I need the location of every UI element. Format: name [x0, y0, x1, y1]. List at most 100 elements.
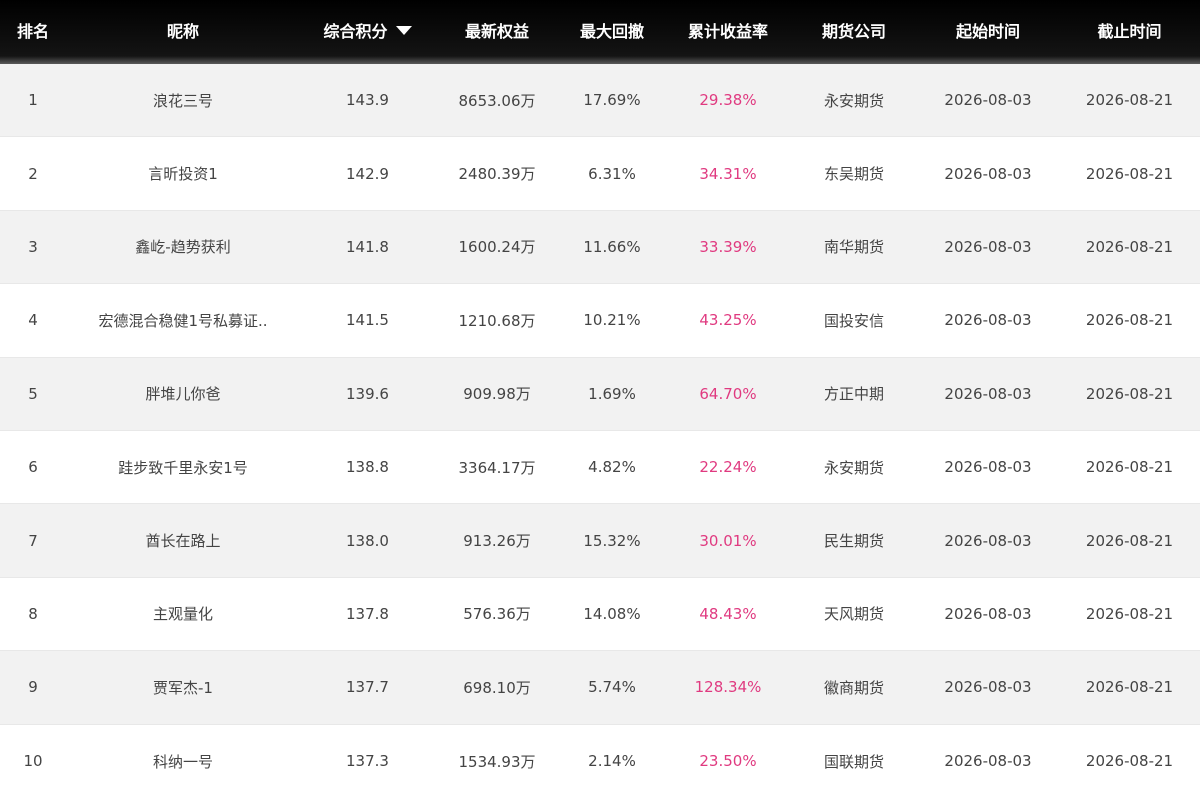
equity-cell: 909.98万 — [463, 385, 531, 404]
table-row[interactable]: 3 鑫屹-趋势获利 141.8 1600.24万 11.66% 33.39% 南… — [0, 210, 1200, 285]
score-cell: 138.0 — [346, 531, 389, 550]
table-row[interactable]: 9 贾军杰-1 137.7 698.10万 5.74% 128.34% 徽商期货… — [0, 651, 1200, 725]
table-row[interactable]: 2 言昕投资1 142.9 2480.39万 6.31% 34.31% 东吴期货… — [0, 137, 1200, 211]
header-name: 昵称 — [166, 22, 199, 41]
return-cell: 23.50% — [699, 752, 757, 771]
equity-cell: 2480.39万 — [458, 165, 536, 184]
return-cell: 64.70% — [699, 384, 757, 403]
name-cell[interactable]: 科纳一号 — [66, 751, 300, 772]
drawdown-cell: 10.21% — [583, 311, 641, 330]
name-cell[interactable]: 贾军杰-1 — [66, 677, 300, 698]
table-header: 排名 昵称 综合积分 最新权益 最大回撤 累计收益率 期货公司 起始时间 截止时… — [0, 0, 1200, 64]
rank-cell: 7 — [28, 531, 38, 550]
header-broker: 期货公司 — [821, 22, 886, 41]
header-drawdown: 最大回撤 — [579, 22, 644, 41]
broker-cell: 永安期货 — [823, 458, 884, 477]
score-cell: 137.7 — [346, 678, 389, 697]
table-row[interactable]: 7 酋长在路上 138.0 913.26万 15.32% 30.01% 民生期货… — [0, 504, 1200, 578]
equity-cell: 698.10万 — [463, 678, 531, 697]
header-end-time: 截止时间 — [1097, 22, 1162, 41]
rank-cell: 2 — [28, 164, 38, 183]
broker-cell: 国联期货 — [823, 752, 884, 771]
table-row[interactable]: 1 浪花三号 143.9 8653.06万 17.69% 29.38% 永安期货… — [0, 64, 1200, 138]
header-return: 累计收益率 — [687, 22, 768, 41]
equity-cell: 1210.68万 — [458, 311, 536, 330]
drawdown-cell: 17.69% — [583, 91, 641, 110]
header-start-time: 起始时间 — [955, 22, 1020, 41]
rank-cell: 3 — [28, 237, 38, 256]
broker-cell: 东吴期货 — [823, 165, 884, 184]
score-cell: 138.8 — [346, 458, 389, 477]
sort-descending-icon[interactable] — [395, 26, 412, 35]
end-time-cell: 2026-08-21 — [1085, 164, 1174, 183]
broker-cell: 民生期货 — [823, 532, 884, 551]
equity-cell: 1600.24万 — [458, 238, 536, 257]
rank-cell: 8 — [28, 604, 38, 623]
header-equity: 最新权益 — [464, 22, 529, 41]
name-cell[interactable]: 鑫屹-趋势获利 — [66, 236, 300, 257]
end-time-cell: 2026-08-21 — [1085, 752, 1174, 771]
end-time-cell: 2026-08-21 — [1085, 531, 1174, 550]
rank-cell: 6 — [28, 458, 38, 477]
name-cell[interactable]: 浪花三号 — [66, 90, 300, 111]
name-cell[interactable]: 言昕投资1 — [66, 163, 300, 184]
table-row[interactable]: 10 科纳一号 137.3 1534.93万 2.14% 23.50% 国联期货… — [0, 724, 1200, 796]
name-cell[interactable]: 跬步致千里永安1号 — [66, 457, 300, 478]
name-cell[interactable]: 酋长在路上 — [66, 530, 300, 551]
drawdown-cell: 4.82% — [588, 458, 636, 477]
equity-cell: 8653.06万 — [458, 91, 536, 110]
return-cell: 29.38% — [699, 91, 757, 110]
score-cell: 139.6 — [346, 384, 389, 403]
score-cell: 141.8 — [346, 237, 389, 256]
start-time-cell: 2026-08-03 — [944, 678, 1032, 697]
start-time-cell: 2026-08-03 — [944, 752, 1032, 771]
table-body: 1 浪花三号 143.9 8653.06万 17.69% 29.38% 永安期货… — [0, 64, 1200, 796]
end-time-cell: 2026-08-21 — [1085, 458, 1174, 477]
start-time-cell: 2026-08-03 — [944, 531, 1032, 550]
drawdown-cell: 11.66% — [583, 237, 641, 256]
drawdown-cell: 6.31% — [588, 164, 636, 183]
table-row[interactable]: 5 胖堆儿你爸 139.6 909.98万 1.69% 64.70% 方正中期 … — [0, 357, 1200, 431]
broker-cell: 永安期货 — [823, 91, 884, 110]
table-row[interactable]: 8 主观量化 137.8 576.36万 14.08% 48.43% 天风期货 … — [0, 577, 1200, 652]
end-time-cell: 2026-08-21 — [1085, 384, 1174, 403]
start-time-cell: 2026-08-03 — [944, 164, 1032, 183]
table-row[interactable]: 6 跬步致千里永安1号 138.8 3364.17万 4.82% 22.24% … — [0, 430, 1200, 505]
return-cell: 128.34% — [694, 678, 762, 697]
start-time-cell: 2026-08-03 — [944, 311, 1032, 330]
return-cell: 43.25% — [699, 311, 757, 330]
header-score-label: 综合积分 — [323, 22, 388, 41]
return-cell: 34.31% — [699, 164, 757, 183]
start-time-cell: 2026-08-03 — [944, 237, 1032, 256]
score-cell: 137.8 — [346, 604, 389, 623]
start-time-cell: 2026-08-03 — [944, 91, 1032, 110]
start-time-cell: 2026-08-03 — [944, 458, 1032, 477]
score-cell: 142.9 — [346, 164, 389, 183]
rank-cell: 10 — [23, 752, 43, 771]
score-cell: 137.3 — [346, 752, 389, 771]
equity-cell: 1534.93万 — [458, 752, 536, 771]
end-time-cell: 2026-08-21 — [1085, 604, 1174, 623]
name-cell[interactable]: 宏德混合稳健1号私募证.. — [66, 310, 300, 331]
broker-cell: 徽商期货 — [823, 678, 884, 697]
return-cell: 30.01% — [699, 531, 757, 550]
name-cell[interactable]: 主观量化 — [66, 603, 300, 624]
rank-cell: 5 — [28, 384, 38, 403]
end-time-cell: 2026-08-21 — [1085, 237, 1174, 256]
return-cell: 22.24% — [699, 458, 757, 477]
rank-cell: 9 — [28, 678, 38, 697]
start-time-cell: 2026-08-03 — [944, 604, 1032, 623]
table-row[interactable]: 4 宏德混合稳健1号私募证.. 141.5 1210.68万 10.21% 43… — [0, 284, 1200, 358]
return-cell: 33.39% — [699, 237, 757, 256]
rank-cell: 1 — [28, 91, 38, 110]
header-score-sortable[interactable]: 综合积分 — [300, 0, 435, 64]
drawdown-cell: 1.69% — [588, 384, 636, 403]
drawdown-cell: 5.74% — [588, 678, 636, 697]
drawdown-cell: 14.08% — [583, 604, 641, 623]
start-time-cell: 2026-08-03 — [944, 384, 1032, 403]
equity-cell: 576.36万 — [463, 605, 531, 624]
ranking-table: 排名 昵称 综合积分 最新权益 最大回撤 累计收益率 期货公司 起始时间 截止时… — [0, 0, 1200, 796]
rank-cell: 4 — [28, 311, 38, 330]
broker-cell: 南华期货 — [823, 238, 884, 257]
name-cell[interactable]: 胖堆儿你爸 — [66, 383, 300, 404]
